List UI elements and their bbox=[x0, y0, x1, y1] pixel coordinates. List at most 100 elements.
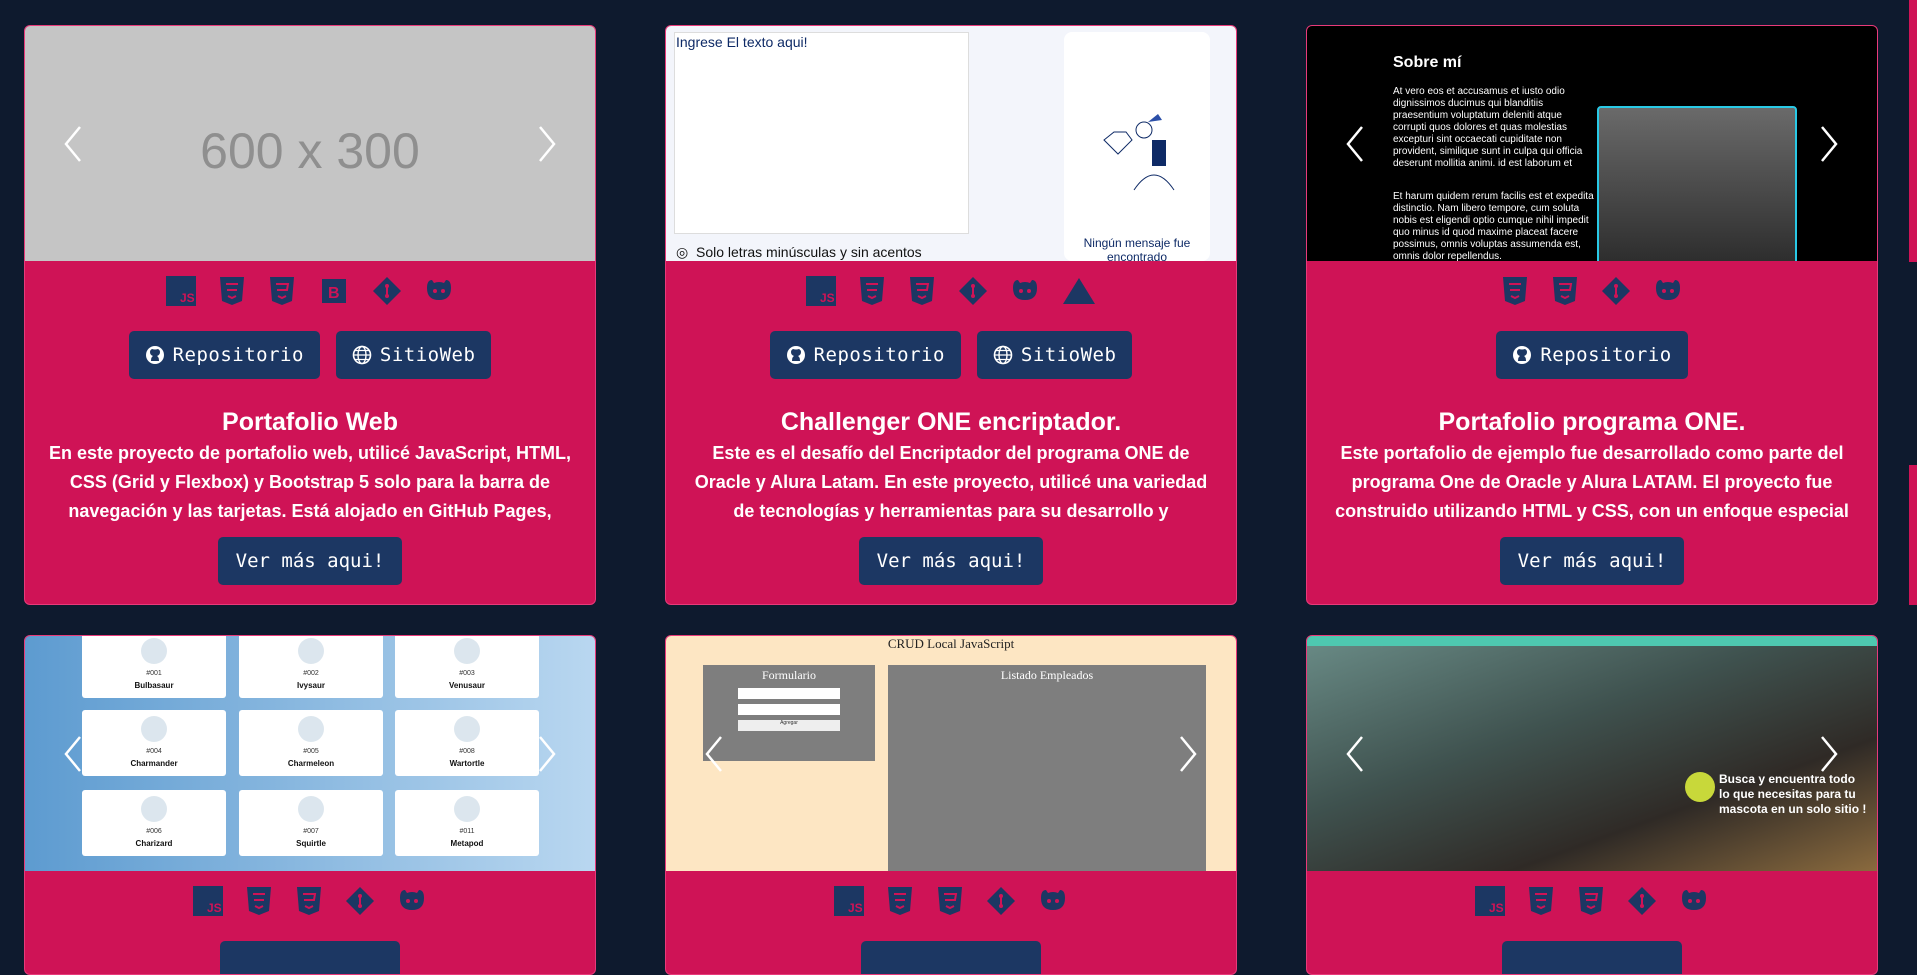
website-button[interactable]: SitioWeb bbox=[335, 331, 492, 379]
svg-text:JS: JS bbox=[820, 291, 835, 305]
see-more-button[interactable]: Ver más aqui! bbox=[858, 537, 1044, 585]
pokemon-name: Squirtle bbox=[296, 839, 326, 848]
pokemon-image bbox=[298, 796, 324, 822]
tech-icons: JS bbox=[666, 871, 1236, 919]
pokemon-number: #011 bbox=[459, 828, 475, 835]
see-more-button[interactable]: Ver más aqui! bbox=[217, 537, 403, 585]
right-edge-accent bbox=[1909, 465, 1917, 605]
project-carousel: 600 x 300 bbox=[25, 26, 595, 261]
preview-note-text: Solo letras minúsculas y sin acentos bbox=[696, 244, 922, 260]
carousel-prev-button[interactable] bbox=[694, 734, 734, 774]
tech-icons: JS B bbox=[25, 261, 595, 309]
pokemon-name: Bulbasaur bbox=[134, 681, 174, 690]
repository-label: Repositorio bbox=[172, 344, 304, 366]
carousel-prev-button[interactable] bbox=[53, 124, 93, 164]
html5-icon bbox=[1529, 887, 1553, 915]
chevron-right-icon bbox=[539, 735, 556, 772]
repository-button[interactable] bbox=[861, 941, 1041, 974]
github-icon bbox=[1656, 280, 1680, 300]
see-more-button[interactable]: Ver más aqui! bbox=[1499, 537, 1685, 585]
project-carousel: Ingrese El texto aqui! ◎ Solo letras min… bbox=[666, 26, 1236, 261]
carousel-next-button[interactable] bbox=[1809, 734, 1849, 774]
carousel-next-button[interactable] bbox=[1809, 124, 1849, 164]
project-carousel: Busca y encuentra todo lo que necesitas … bbox=[1307, 636, 1877, 871]
svg-text:JS: JS bbox=[848, 901, 863, 915]
repository-button[interactable] bbox=[1502, 941, 1682, 974]
preview-list: Listado Empleados bbox=[888, 665, 1206, 871]
github-icon bbox=[1513, 346, 1532, 364]
pokemon-image bbox=[454, 638, 480, 664]
preview-list-label: Listado Empleados bbox=[1000, 668, 1094, 682]
git-icon bbox=[373, 277, 401, 305]
chevron-left-icon bbox=[1346, 125, 1363, 162]
git-icon bbox=[1602, 277, 1630, 305]
carousel-prev-button[interactable] bbox=[1335, 734, 1375, 774]
preview-photo bbox=[1597, 106, 1797, 261]
preview-paragraph-2: Et harum quidem rerum facilis est et exp… bbox=[1393, 191, 1594, 261]
carousel-prev-button[interactable] bbox=[1335, 124, 1375, 164]
project-card-portafolio-one: Sobre mí At vero eos et accusamus et ius… bbox=[1306, 25, 1878, 605]
css3-icon bbox=[938, 887, 962, 915]
project-title: Portafolio programa ONE. bbox=[1438, 408, 1746, 436]
github-icon bbox=[145, 346, 164, 364]
project-card-pokedex: #001 Bulbasaur #002 Ivysaur #003 Venusaur #… bbox=[24, 635, 596, 975]
website-button[interactable]: SitioWeb bbox=[976, 331, 1133, 379]
right-edge-accent bbox=[1909, 0, 1917, 262]
svg-text:JS: JS bbox=[207, 901, 222, 915]
project-description: Este portafolio de ejemplo fue desarroll… bbox=[1335, 443, 1849, 521]
globe-icon bbox=[352, 345, 372, 365]
tech-icons: JS bbox=[25, 871, 595, 919]
html5-icon bbox=[1503, 277, 1527, 305]
preview-top-bar bbox=[1307, 636, 1877, 646]
github-icon bbox=[1013, 280, 1037, 300]
repository-label: Repositorio bbox=[1540, 344, 1672, 366]
website-label: SitioWeb bbox=[1020, 344, 1117, 366]
tech-icons: JS bbox=[1307, 871, 1877, 919]
pokemon-name: Venusaur bbox=[448, 681, 485, 690]
pokemon-card: #002 Ivysaur bbox=[239, 636, 383, 698]
pokemon-card: #008 Wartortle bbox=[395, 710, 539, 776]
github-icon bbox=[400, 890, 424, 910]
pokemon-name: Charizard bbox=[135, 839, 173, 848]
js-icon: JS bbox=[806, 276, 836, 306]
info-icon: ◎ bbox=[676, 244, 689, 260]
preview-input bbox=[738, 704, 840, 715]
pokemon-card: #001 Bulbasaur bbox=[82, 636, 226, 698]
git-icon bbox=[987, 887, 1015, 915]
preview-output-panel bbox=[1064, 32, 1210, 261]
js-icon: JS bbox=[834, 886, 864, 916]
pokemon-number: #006 bbox=[146, 828, 162, 835]
repository-button[interactable]: Repositorio bbox=[769, 331, 961, 379]
project-title: Portafolio Web bbox=[222, 408, 398, 436]
github-icon bbox=[1682, 890, 1706, 910]
js-icon: JS bbox=[1475, 886, 1505, 916]
repository-button[interactable] bbox=[220, 941, 400, 974]
illustration-icon bbox=[1103, 114, 1175, 191]
pokemon-image bbox=[298, 716, 324, 742]
chevron-left-icon bbox=[1346, 735, 1363, 772]
project-carousel: #001 Bulbasaur #002 Ivysaur #003 Venusaur #… bbox=[25, 636, 595, 871]
preview-heading: Sobre mí bbox=[1393, 54, 1462, 71]
website-label: SitioWeb bbox=[379, 344, 476, 366]
repository-label: Repositorio bbox=[813, 344, 945, 366]
preview-paragraph-1: At vero eos et accusamus et iusto odio d… bbox=[1393, 86, 1583, 166]
carousel-prev-button[interactable] bbox=[53, 734, 93, 774]
project-description: En este proyecto de portafolio web, util… bbox=[48, 443, 572, 521]
carousel-next-button[interactable] bbox=[1168, 734, 1208, 774]
pokemon-card: #005 Charmeleon bbox=[239, 710, 383, 776]
pokemon-number: #003 bbox=[459, 670, 475, 677]
repository-button[interactable]: Repositorio bbox=[1496, 331, 1688, 379]
pokemon-card: #007 Squirtle bbox=[239, 790, 383, 856]
pokemon-number: #004 bbox=[146, 748, 162, 755]
globe-icon bbox=[993, 345, 1013, 365]
chevron-right-icon bbox=[539, 125, 556, 162]
pokemon-image bbox=[454, 796, 480, 822]
carousel-next-button[interactable] bbox=[527, 124, 567, 164]
chevron-right-icon bbox=[1821, 735, 1838, 772]
pokemon-card: #003 Venusaur bbox=[395, 636, 539, 698]
github-icon bbox=[786, 346, 805, 364]
project-card-mascotas: Busca y encuentra todo lo que necesitas … bbox=[1306, 635, 1878, 975]
repository-button[interactable]: Repositorio bbox=[128, 331, 320, 379]
carousel-next-button[interactable] bbox=[527, 734, 567, 774]
html5-icon bbox=[247, 887, 271, 915]
